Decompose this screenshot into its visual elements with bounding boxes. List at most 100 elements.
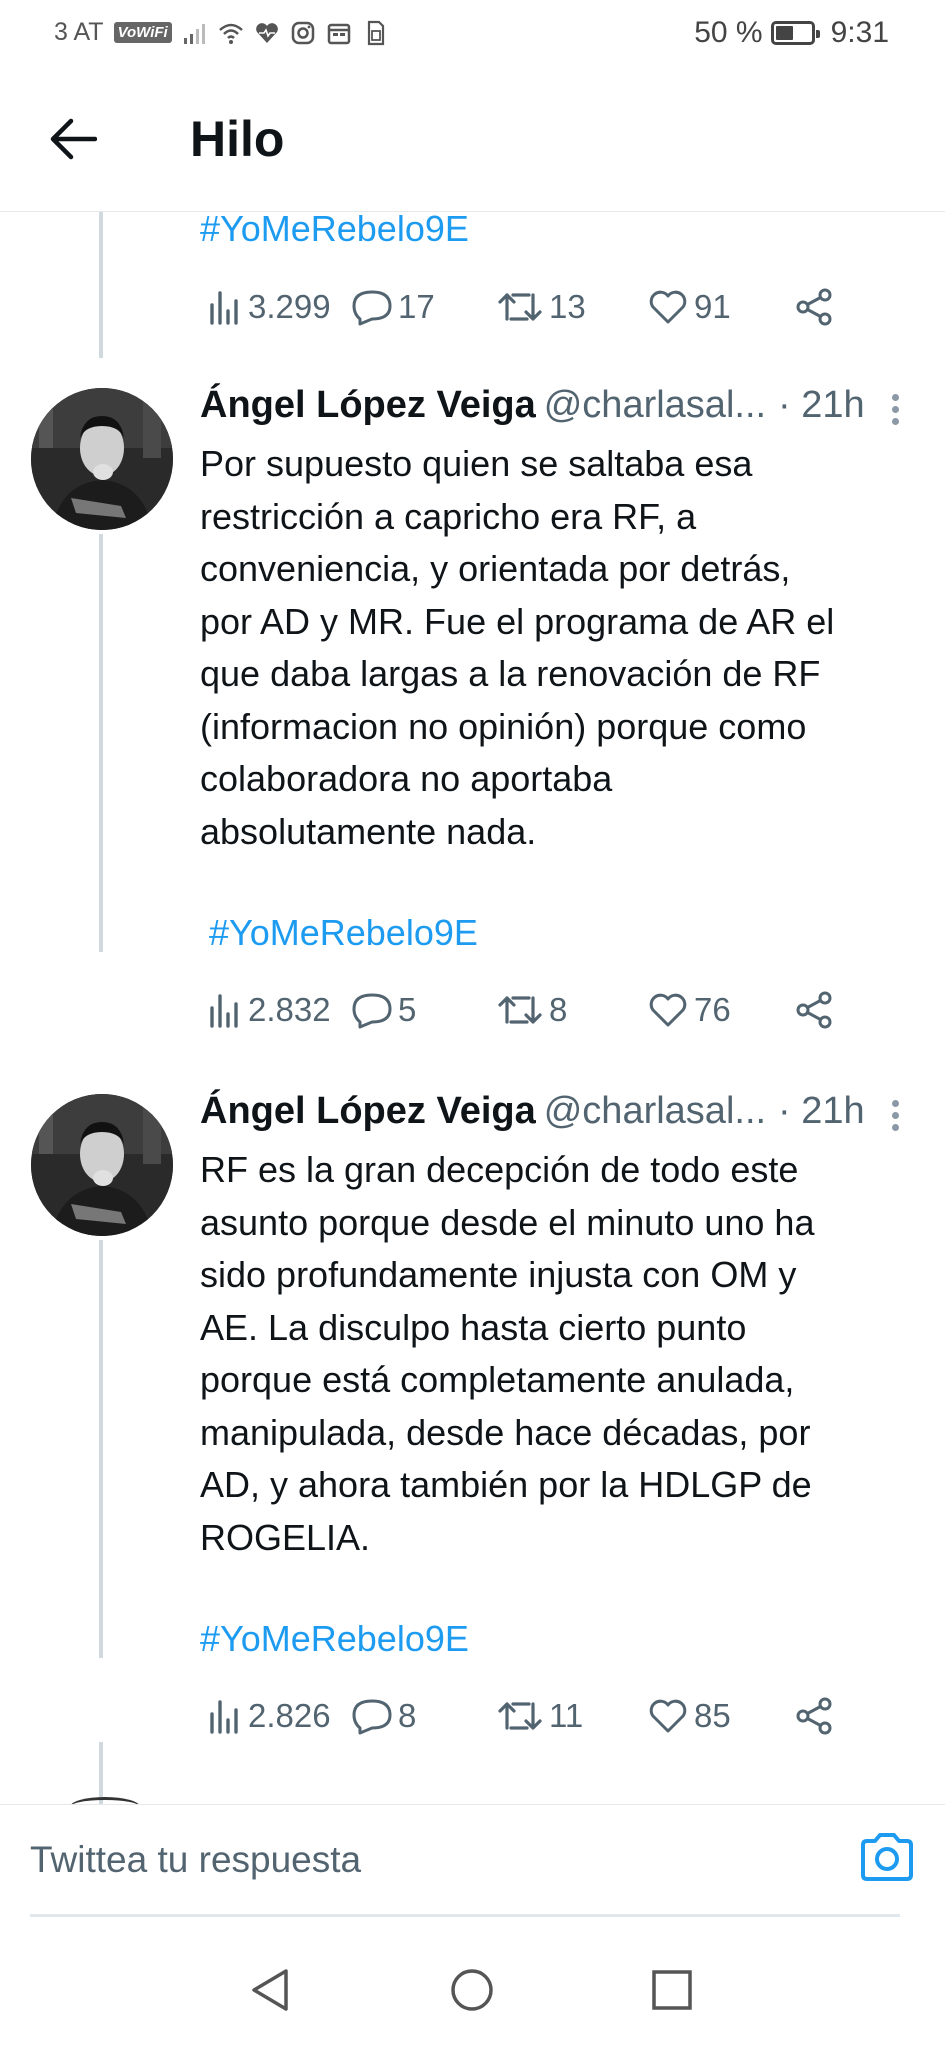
nav-back-button[interactable]: [240, 1960, 300, 2020]
nav-recents-button[interactable]: [642, 1960, 702, 2020]
share-icon: [796, 991, 832, 1029]
retweet-button[interactable]: 11: [497, 1691, 583, 1741]
heart-icon: [649, 290, 687, 324]
hashtag-link[interactable]: #YoMeRebelo9E: [200, 212, 469, 250]
views-count: 2.832: [248, 991, 331, 1028]
tweet-text-line: RF es la gran decepción de todo este: [200, 1149, 799, 1190]
thread-connector-line: [99, 212, 103, 358]
reply-count: 5: [398, 991, 417, 1028]
retweet-icon: [498, 293, 542, 321]
heart-icon: [649, 993, 687, 1027]
more-options-button[interactable]: [880, 384, 910, 434]
tweet-text-line: AD, y ahora también por la HDLGP de: [200, 1464, 812, 1505]
retweet-count: 11: [549, 1697, 584, 1734]
reply-count: 17: [398, 288, 435, 325]
retweet-count: 8: [549, 991, 568, 1028]
nav-home-button[interactable]: [442, 1960, 502, 2020]
like-button[interactable]: 91: [648, 282, 731, 332]
author-handle: @charlasal...: [543, 384, 767, 426]
views-icon: [210, 291, 238, 325]
views-count: 3.299: [248, 288, 331, 325]
tweet-time-wrap: · 21h: [778, 1090, 865, 1133]
tweet-text-line: AE. La disculpo hasta cierto punto: [200, 1306, 747, 1348]
avatar[interactable]: [31, 388, 173, 530]
share-button[interactable]: [794, 282, 834, 332]
page-title: Hilo: [190, 111, 285, 167]
clock: 9:31: [830, 16, 889, 49]
share-icon: [796, 288, 832, 326]
views-icon: [210, 1700, 238, 1734]
tweet-actions: 3.299 17 13 91: [204, 282, 844, 332]
reply-composer: Twittea tu respuesta: [0, 1804, 945, 1920]
tweet-author[interactable]: Ángel López Veiga @charlasal...: [200, 1090, 766, 1133]
carrier-label: 3 AT: [54, 18, 104, 46]
reply-button[interactable]: 17: [352, 282, 435, 332]
system-nav-bar: [0, 1920, 945, 2048]
share-button[interactable]: [794, 1691, 834, 1741]
tweet-text-line: porque está completamente anulada,: [200, 1359, 795, 1400]
reply-count: 8: [398, 1697, 417, 1734]
tweet-author[interactable]: Ángel López Veiga @charlasal...: [200, 384, 766, 427]
tweet-text-line: (informacion no opinión) porque como: [200, 705, 807, 747]
tweet-text-line: absolutamente nada.: [200, 810, 537, 852]
tweet-text-line: colaboradora no aportaba: [200, 758, 613, 799]
camera-icon: [861, 1833, 913, 1881]
tweet-time: · 21h: [778, 384, 865, 426]
comment-icon: [352, 993, 392, 1029]
share-button[interactable]: [794, 985, 834, 1035]
tweet-text-line: Por supuesto quien se saltaba esa: [200, 443, 753, 484]
thread-list: #YoMeRebelo9E 3.299 17 13 91 Ángel López…: [0, 212, 945, 1804]
tweet-text-line: restricción a capricho era RF, a: [200, 495, 697, 537]
tweet-actions: 2.826 8 11 85: [204, 1691, 844, 1741]
comment-icon: [352, 1699, 392, 1735]
views-button[interactable]: 2.826: [208, 1691, 331, 1741]
retweet-icon: [498, 996, 542, 1024]
signal-icon: [183, 23, 205, 44]
retweet-icon: [498, 1702, 542, 1730]
tweet-text-line: por AD y MR. Fue el programa de AR el: [200, 600, 835, 642]
status-bar: 3 AT VoWiFi 50 % 9:31: [0, 0, 945, 66]
tweet-text: Por supuesto quien se saltaba esa restri…: [200, 438, 890, 858]
tweet-text-line: asunto porque desde el minuto uno ha: [200, 1201, 815, 1243]
share-icon: [796, 1697, 832, 1735]
retweet-button[interactable]: 13: [497, 282, 586, 332]
hashtag-link[interactable]: #YoMeRebelo9E: [200, 1618, 469, 1660]
reply-button[interactable]: 8: [352, 1691, 416, 1741]
hashtag-link[interactable]: #YoMeRebelo9E: [209, 912, 478, 954]
retweet-count: 13: [549, 288, 586, 325]
reply-button[interactable]: 5: [352, 985, 416, 1035]
tweet-text-line: conveniencia, y orientada por detrás,: [200, 548, 791, 589]
avatar-photo: [31, 1094, 173, 1236]
camera-button[interactable]: [859, 1831, 915, 1883]
like-button[interactable]: 76: [648, 985, 731, 1035]
tweet-time: · 21h: [778, 1090, 865, 1132]
tweet-text-line: manipulada, desde hace décadas, por: [200, 1411, 811, 1453]
battery-icon: [770, 21, 820, 45]
square-recents-icon: [652, 1970, 692, 2010]
views-button[interactable]: 3.299: [208, 282, 331, 332]
back-button[interactable]: [44, 110, 102, 168]
comment-icon: [352, 290, 392, 326]
tweet-text-line: ROGELIA.: [200, 1516, 371, 1558]
thread-header: Hilo: [0, 66, 945, 212]
author-name: Ángel López Veiga: [200, 384, 536, 426]
thread-connector-line: [99, 534, 103, 952]
next-avatar-peek: [70, 1797, 140, 1804]
heart-monitor-icon: [255, 22, 278, 43]
avatar[interactable]: [31, 1094, 173, 1236]
calendar-icon: [327, 23, 350, 44]
retweet-button[interactable]: 8: [497, 985, 567, 1035]
thread-connector-line: [99, 1742, 103, 1804]
tweet-time-wrap: · 21h: [778, 384, 865, 427]
heart-icon: [649, 1699, 687, 1733]
circle-home-icon: [451, 1969, 493, 2011]
reply-input[interactable]: Twittea tu respuesta: [30, 1805, 900, 1917]
views-button[interactable]: 2.832: [208, 985, 331, 1035]
vowifi-badge: VoWiFi: [113, 22, 172, 43]
wifi-icon: [218, 23, 243, 44]
arrow-left-icon: [50, 118, 97, 160]
more-options-button[interactable]: [880, 1090, 910, 1140]
like-button[interactable]: 85: [648, 1691, 731, 1741]
battery-percent: 50 %: [694, 16, 763, 49]
avatar-photo: [31, 388, 173, 530]
